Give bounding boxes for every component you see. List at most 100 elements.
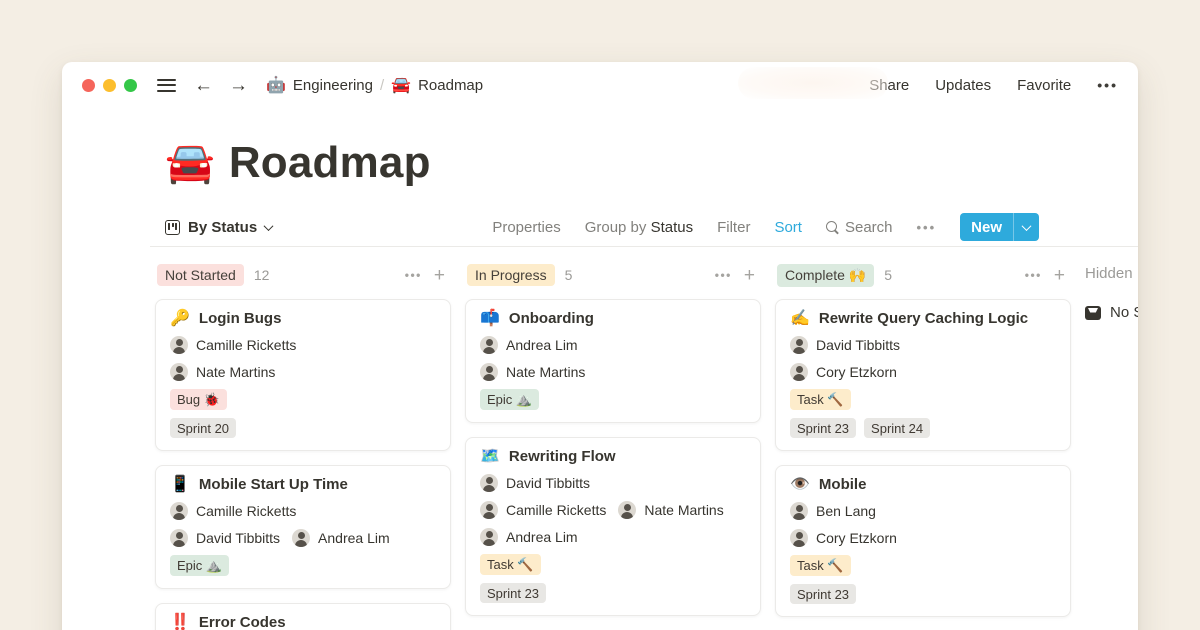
updates-button[interactable]: Updates: [935, 77, 991, 94]
column-add-card-icon[interactable]: +: [434, 266, 445, 285]
new-button[interactable]: New: [960, 213, 1039, 241]
column-add-card-icon[interactable]: +: [1054, 266, 1065, 285]
page-header: 🚘 Roadmap: [165, 138, 1138, 188]
person-name: Camille Ricketts: [196, 503, 296, 519]
card-person-row: David Tibbitts Andrea Lim: [170, 529, 436, 547]
person-name: David Tibbitts: [506, 475, 590, 491]
person: David Tibbitts: [480, 474, 590, 492]
card-title: Mobile Start Up Time: [199, 476, 348, 493]
hidden-columns-label[interactable]: Hidden: [1085, 265, 1138, 282]
minimize-window-button[interactable]: [103, 79, 116, 92]
card-person-row: Cory Etzkorn: [790, 363, 1056, 381]
column-header: Complete 🙌5•••+: [775, 263, 1071, 287]
tag-badge: Task 🔨: [790, 389, 851, 410]
column-add-card-icon[interactable]: +: [744, 266, 755, 285]
card-person-row: Andrea Lim: [480, 528, 746, 546]
avatar: [480, 336, 498, 354]
person: David Tibbitts: [170, 529, 280, 547]
card-title: Error Codes: [199, 614, 286, 630]
person-name: Andrea Lim: [318, 530, 390, 546]
card-title: Rewrite Query Caching Logic: [819, 310, 1028, 327]
card-title-row: 📱 Mobile Start Up Time: [170, 476, 436, 493]
more-options-icon[interactable]: •••: [1097, 77, 1118, 93]
card[interactable]: ‼️Error Codes: [155, 603, 451, 630]
filter-button[interactable]: Filter: [717, 219, 750, 236]
avatar: [790, 336, 808, 354]
card[interactable]: ✍️Rewrite Query Caching Logic David Tibbi…: [775, 299, 1071, 451]
column-count: 5: [565, 267, 573, 283]
breadcrumb-separator: /: [380, 77, 384, 94]
person-name: Nate Martins: [644, 502, 723, 518]
card-emoji-icon: 👁️: [790, 477, 810, 493]
column-more-options-icon[interactable]: •••: [405, 268, 422, 282]
page-title-emoji-icon[interactable]: 🚘: [165, 143, 215, 183]
card-tag-row: Epic ⛰️: [170, 555, 436, 576]
page-title[interactable]: Roadmap: [229, 138, 431, 188]
chevron-down-icon: [264, 221, 274, 231]
card-tag-row: Sprint 23: [790, 584, 1056, 604]
person: Camille Ricketts: [480, 501, 606, 519]
tag-badge: Sprint 23: [790, 584, 856, 604]
card-tag-row: Bug 🐞: [170, 389, 436, 410]
breadcrumb: 🤖 Engineering / 🚘 Roadmap: [266, 75, 483, 95]
close-window-button[interactable]: [82, 79, 95, 92]
card-title-row: 🗺️Rewriting Flow: [480, 448, 746, 465]
person-name: David Tibbitts: [816, 337, 900, 353]
card-person-row: Nate Martins: [170, 363, 436, 381]
zoom-window-button[interactable]: [124, 79, 137, 92]
properties-button[interactable]: Properties: [492, 219, 560, 236]
group-by-value: Status: [651, 219, 694, 236]
search-button[interactable]: Search: [826, 219, 893, 236]
card-title: Onboarding: [509, 310, 594, 327]
view-switcher[interactable]: By Status: [165, 219, 272, 236]
back-arrow-icon[interactable]: ←: [194, 76, 213, 95]
card-title-row: ✍️Rewrite Query Caching Logic: [790, 310, 1056, 327]
person: Andrea Lim: [480, 336, 578, 354]
topbar-actions: Share Updates Favorite •••: [869, 77, 1118, 94]
view-toolbar: By Status Properties Group by Status Fil…: [150, 208, 1138, 247]
kanban-board: Not Started12•••+🔑Login BugsCamille Rick…: [155, 263, 1138, 630]
card-tag-row: Sprint 20: [170, 418, 436, 438]
history-nav: ← →: [194, 76, 248, 95]
view-more-options-icon[interactable]: •••: [917, 220, 937, 235]
card[interactable]: 👁️MobileBen LangCory EtzkornTask 🔨Sprint…: [775, 465, 1071, 617]
person-name: Andrea Lim: [506, 529, 578, 545]
sidebar-toggle-icon[interactable]: [157, 79, 176, 92]
avatar: [480, 363, 498, 381]
card-title-row: 📫 Onboarding: [480, 310, 746, 327]
person-name: Nate Martins: [196, 364, 275, 380]
tag-badge: Epic ⛰️: [170, 555, 229, 576]
forward-arrow-icon[interactable]: →: [229, 76, 248, 95]
hidden-group-no-status[interactable]: No Status: [1085, 304, 1138, 321]
avatar: [480, 474, 498, 492]
card[interactable]: 🗺️Rewriting Flow David Tibbitts Camille Ri…: [465, 437, 761, 616]
person: Andrea Lim: [292, 529, 390, 547]
card-emoji-icon: 📱: [170, 477, 190, 493]
board-column: Complete 🙌5•••+✍️Rewrite Query Caching L…: [775, 263, 1071, 630]
breadcrumb-page[interactable]: Roadmap: [418, 77, 483, 94]
column-header: Not Started12•••+: [155, 263, 451, 287]
tag-badge: Sprint 24: [864, 418, 930, 438]
column-cards: 📫 Onboarding Andrea Lim Nate Martins Epic ⛰️…: [465, 299, 761, 616]
avatar: [790, 529, 808, 547]
column-more-options-icon[interactable]: •••: [1025, 268, 1042, 282]
card[interactable]: 📫OnboardingAndrea LimNate MartinsEpic ⛰️: [465, 299, 761, 423]
hidden-columns-section: Hidden No Status: [1085, 263, 1138, 321]
new-button-dropdown[interactable]: [1013, 213, 1039, 241]
person-name: Ben Lang: [816, 503, 876, 519]
column-header-actions: ••• +: [1025, 266, 1065, 285]
group-by-button[interactable]: Group by Status: [585, 219, 693, 236]
column-count: 5: [884, 267, 892, 283]
notion-app-window: ← → 🤖 Engineering / 🚘 Roadmap Share Upda…: [62, 62, 1138, 630]
column-more-options-icon[interactable]: •••: [715, 268, 732, 282]
card[interactable]: 📱 Mobile Start Up Time Camille Ricketts Dav…: [155, 465, 451, 589]
favorite-button[interactable]: Favorite: [1017, 77, 1071, 94]
tag-badge: Epic ⛰️: [480, 389, 539, 410]
column-status-badge: In Progress: [467, 264, 555, 286]
person-name: Andrea Lim: [506, 337, 578, 353]
sort-button[interactable]: Sort: [774, 219, 802, 236]
card-emoji-icon: 📫: [480, 311, 500, 327]
breadcrumb-workspace[interactable]: Engineering: [293, 77, 373, 94]
avatar: [480, 528, 498, 546]
card[interactable]: 🔑Login BugsCamille RickettsNate MartinsB…: [155, 299, 451, 451]
